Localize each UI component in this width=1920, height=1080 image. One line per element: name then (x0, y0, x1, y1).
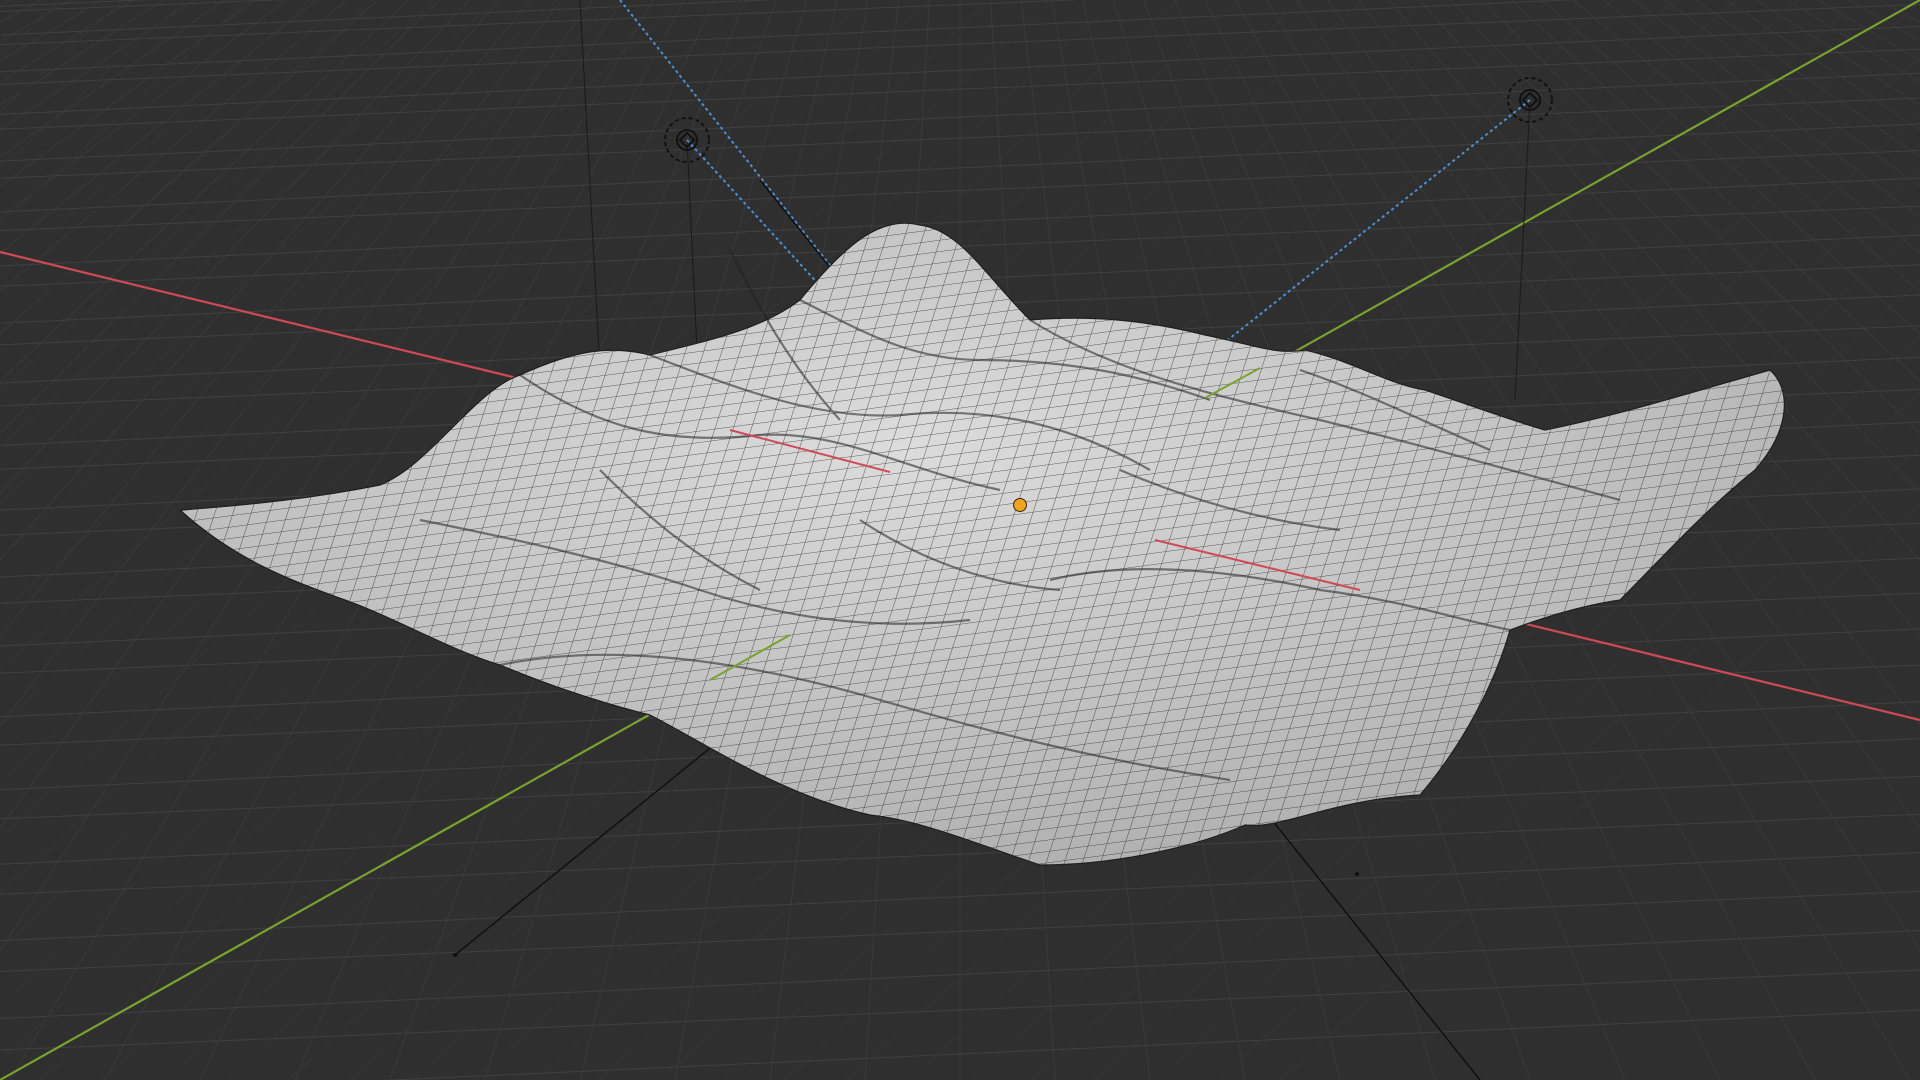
3d-viewport[interactable] (0, 0, 1920, 1080)
grid-line (0, 0, 249, 224)
camera-anchor-point (1354, 871, 1360, 877)
grid-line (0, 0, 125, 113)
viewport-canvas[interactable] (0, 0, 1920, 1080)
terrain-mesh-wireframe (180, 223, 1785, 866)
object-origin-point[interactable] (1013, 498, 1027, 512)
terrain-mesh-object[interactable] (178, 222, 1785, 866)
camera-anchor-point (452, 952, 458, 958)
grid-line (0, 0, 63, 57)
shadow-line (454, 739, 721, 956)
